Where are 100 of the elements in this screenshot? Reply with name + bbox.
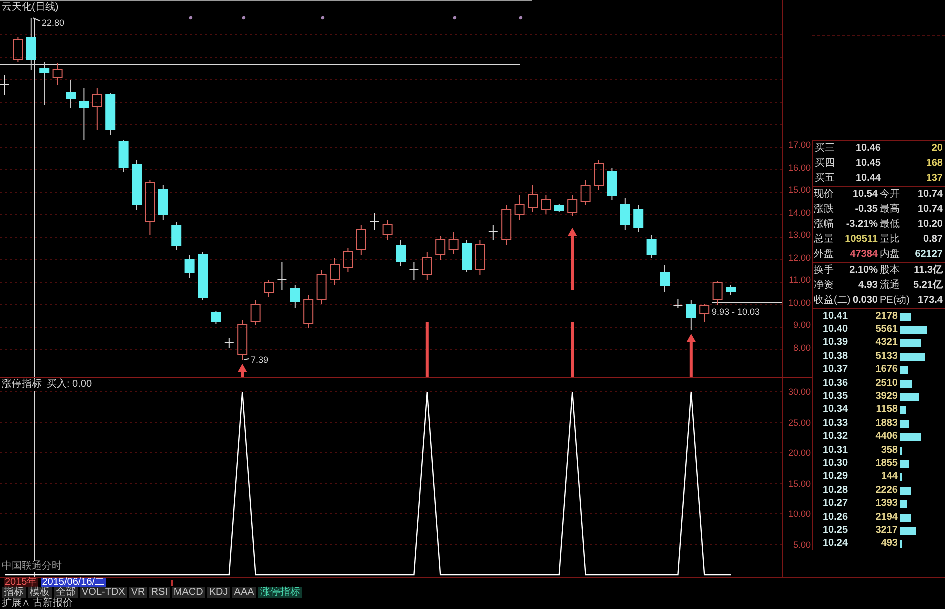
indicator-tab[interactable]: KDJ [207,587,230,598]
signal-arrow [238,364,248,377]
candle [132,160,142,210]
book-volume: 3217 [874,524,898,537]
axis-label: 12.00 [788,252,811,264]
signal-arrow [568,228,578,290]
stat-value: 62127 [915,248,943,260]
info-marker-icon[interactable] [453,16,457,20]
leader-line [244,358,250,360]
book-price: 10.38 [822,350,850,363]
book-price: 10.41 [822,310,850,323]
indicator-tab[interactable]: VR [129,587,148,598]
candle [40,62,50,106]
volume-bar [900,406,906,414]
high-price-label: 22.80 [42,18,65,28]
axis-label: 20.00 [788,447,811,460]
info-marker-icon[interactable] [519,16,523,20]
indicator-tab[interactable]: AAA [232,587,256,598]
candle [316,270,327,304]
candle [568,194,578,216]
stat-value: 10.74 [918,204,943,216]
book-volume: 1855 [874,458,898,470]
book-volume: 4406 [874,431,898,444]
candle [726,284,736,296]
info-marker-icon[interactable] [321,16,325,20]
book-volume: 3929 [874,391,898,404]
stat-value: 11.3亿 [914,264,943,276]
stat-value: 5.21亿 [914,280,943,292]
candle [686,300,696,330]
volume-bar [900,500,907,508]
chart-title: 云天化(日线) [2,2,59,14]
stat-value: 47384 [850,248,878,260]
axis-label: 9.00 [793,319,811,332]
volume-bar [900,366,908,374]
candle [330,258,340,286]
book-volume: 1676 [874,364,898,376]
axis-label: 14.00 [788,206,811,220]
book-volume: 4321 [874,337,898,350]
axis-label: 10.00 [788,296,811,310]
book-price: 10.35 [822,391,850,404]
stat-label: 现价 [814,188,834,200]
candle [66,80,76,108]
indicator-tab[interactable]: 涨停指标 [258,587,302,598]
candle [106,92,116,136]
axis-label: 13.00 [788,229,811,242]
stat-value: 10.74 [918,188,943,200]
indicator-tab[interactable]: VOL-TDX [80,587,128,598]
candle [448,232,459,254]
indicator-reading: 买入: 0.00 [47,379,92,391]
axis-label: 30.00 [788,386,811,399]
stat-label: 换手 [814,264,834,276]
indicator-tab[interactable]: 指标 [2,587,26,598]
volume-bar [900,380,912,388]
indicator-tab[interactable]: 全部 [54,587,78,598]
candle [356,224,366,256]
low-price-label: 7.39 [251,355,269,365]
indicator-tab[interactable]: MACD [172,587,206,598]
stat-value: 0.030 [852,294,878,306]
volume-bar [900,540,902,548]
stat-label: 今开 [880,188,900,200]
stat-label: 涨幅 [814,218,834,230]
leader-line [32,18,40,22]
indicator-tab[interactable]: 模板 [28,587,52,598]
info-marker-icon[interactable] [189,16,193,20]
year-label: 2015年 [4,578,38,587]
candle [396,240,406,266]
stat-label: 流通 [880,280,900,292]
bid-label: 买五 [815,172,836,184]
axis-label: 11.00 [789,274,811,287]
stat-value: 173.4 [918,294,943,306]
volume-bar [900,486,911,495]
candle [502,204,512,246]
candle [224,338,234,348]
book-volume: 2510 [874,378,898,390]
volume-bar [900,339,921,348]
stat-label: 量比 [880,234,900,246]
info-marker-icon[interactable] [242,16,246,20]
candle [211,310,222,324]
candle [250,300,261,326]
bid-volume: 137 [925,172,943,184]
indicator-tab[interactable]: RSI [149,587,170,598]
candle [594,160,604,190]
stat-label: 股本 [880,264,900,276]
stat-value: 2.10% [850,264,878,276]
candle [422,252,432,280]
book-price: 10.40 [822,324,850,336]
candle [528,184,538,212]
stat-value: 0.87 [924,234,943,246]
stat-label: 外盘 [814,248,834,260]
stat-label: 涨跌 [814,204,834,216]
book-price: 10.33 [822,418,850,430]
candle [145,180,156,236]
axis-label: 16.00 [788,162,811,174]
volume-bar [900,352,925,361]
candle [264,280,274,298]
volume-bar [900,420,910,428]
stat-value: 10.54 [852,188,878,200]
candle [409,262,420,280]
price-level-line [712,302,782,304]
candle [0,74,10,96]
